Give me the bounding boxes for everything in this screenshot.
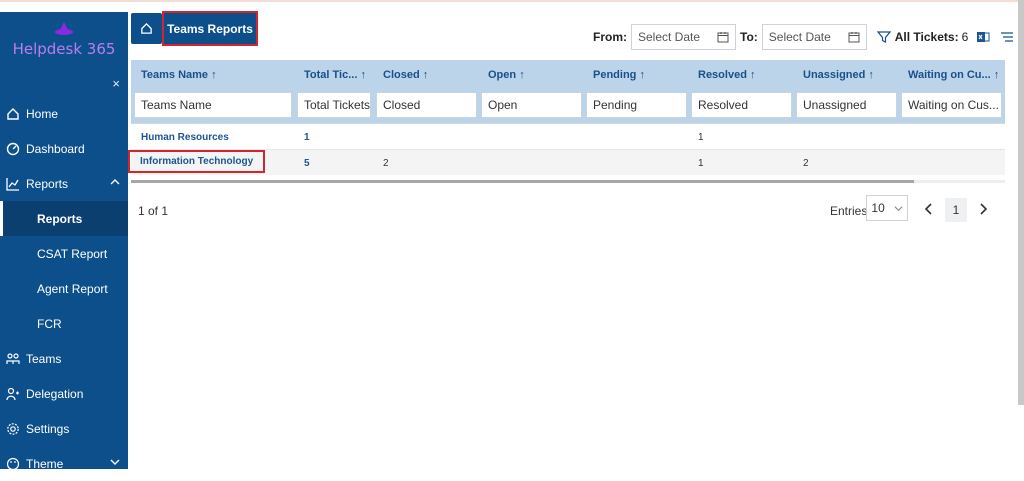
column-header-waiting[interactable]: Waiting on Cu... ↑ — [908, 69, 999, 81]
column-header-total-tickets[interactable]: Total Tic... ↑ — [304, 69, 366, 81]
filter-teams-name-input[interactable]: Teams Name — [134, 92, 292, 118]
sidebar-item-reports[interactable]: Reports — [0, 166, 128, 201]
tab-teams-reports[interactable]: Teams Reports — [162, 11, 258, 46]
horizontal-scrollbar[interactable] — [131, 180, 914, 183]
unassigned-cell: 2 — [803, 158, 809, 169]
app-logo: Helpdesk 365 — [0, 22, 128, 58]
sidebar-item-label: Reports — [26, 176, 69, 191]
sidebar: Helpdesk 365 × Home Dashboard Reports Re… — [0, 12, 128, 471]
sidebar-item-label: CSAT Report — [37, 246, 108, 261]
filter-icon[interactable] — [876, 30, 891, 44]
sidebar-item-teams[interactable]: Teams — [0, 341, 128, 376]
teams-icon — [6, 352, 20, 366]
to-date-input[interactable]: Select Date — [761, 24, 867, 50]
sidebar-item-dashboard[interactable]: Dashboard — [0, 131, 128, 166]
from-date-input[interactable]: Select Date — [631, 24, 736, 50]
home-icon — [141, 22, 152, 34]
filter-total-tickets-input[interactable]: Total Tickets — [297, 92, 371, 118]
sidebar-item-settings[interactable]: Settings — [0, 411, 128, 446]
chevron-down-icon — [110, 459, 120, 465]
all-tickets-label: All Tickets: — [894, 30, 959, 44]
excel-export-icon[interactable] — [976, 30, 990, 44]
sidebar-item-label: Dashboard — [26, 141, 85, 156]
calendar-icon — [717, 32, 729, 43]
close-sidebar-button[interactable]: × — [112, 76, 120, 91]
column-header-teams-name[interactable]: Teams Name ↑ — [141, 69, 217, 81]
from-label: From: — [593, 30, 627, 44]
to-label: To: — [740, 30, 758, 44]
entries-value: 10 — [871, 201, 885, 215]
chevron-down-icon — [894, 205, 903, 211]
filter-open-input[interactable]: Open — [481, 92, 582, 118]
sidebar-item-label: Reports — [37, 211, 83, 226]
sidebar-item-label: Delegation — [26, 386, 84, 401]
sidebar-item-csat-report[interactable]: CSAT Report — [0, 236, 128, 271]
previous-page-button[interactable] — [922, 202, 936, 216]
filter-waiting-input[interactable]: Waiting on Cus... — [901, 92, 1002, 118]
filter-pending-input[interactable]: Pending — [586, 92, 687, 118]
delegation-icon — [6, 387, 20, 401]
sidebar-item-theme[interactable]: Theme — [0, 446, 128, 481]
filter-resolved-input[interactable]: Resolved — [691, 92, 792, 118]
sidebar-item-label: FCR — [37, 316, 62, 331]
next-page-button[interactable] — [976, 202, 990, 216]
dashboard-icon — [6, 142, 20, 156]
table-row: Information Technology 5 2 1 2 — [127, 149, 1005, 175]
all-tickets-count: 6 — [961, 30, 969, 44]
entries-label: Entries — [830, 204, 868, 218]
column-header-resolved[interactable]: Resolved ↑ — [698, 69, 755, 81]
to-date-placeholder: Select Date — [768, 30, 831, 44]
resolved-cell: 1 — [698, 158, 704, 169]
team-link[interactable]: Human Resources — [141, 132, 229, 143]
sidebar-item-label: Home — [26, 106, 59, 121]
table-header: Teams Name ↑ Total Tic... ↑ Closed ↑ Ope… — [131, 60, 1005, 123]
filter-unassigned-input[interactable]: Unassigned — [796, 92, 897, 118]
sidebar-item-home[interactable]: Home — [0, 96, 128, 131]
team-link-highlighted[interactable]: Information Technology — [127, 150, 266, 173]
home-button[interactable] — [131, 13, 162, 44]
closed-cell: 2 — [383, 158, 389, 169]
sidebar-item-reports-sub[interactable]: Reports — [0, 201, 128, 236]
home-icon — [6, 107, 20, 121]
chevron-up-icon — [110, 179, 120, 185]
filter-closed-input[interactable]: Closed — [376, 92, 477, 118]
app-name: Helpdesk 365 — [12, 40, 116, 58]
page-summary: 1 of 1 — [138, 204, 169, 218]
calendar-icon — [848, 32, 860, 43]
sidebar-item-label: Settings — [26, 421, 70, 436]
from-date-placeholder: Select Date — [638, 30, 701, 44]
entries-select[interactable]: 10 — [866, 195, 908, 221]
wizard-hat-icon — [55, 22, 73, 35]
sidebar-item-label: Agent Report — [37, 281, 108, 296]
table-row: Human Resources 1 1 — [131, 123, 1005, 149]
teams-report-table: Teams Name ↑ Total Tic... ↑ Closed ↑ Ope… — [127, 60, 1005, 175]
date-filters: From: Select Date To: Select Date All Ti… — [593, 24, 1014, 50]
gear-icon — [6, 422, 20, 436]
sidebar-item-delegation[interactable]: Delegation — [0, 376, 128, 411]
sidebar-item-agent-report[interactable]: Agent Report — [0, 271, 128, 306]
vertical-scrollbar[interactable] — [1018, 0, 1024, 405]
sidebar-item-label: Teams — [26, 351, 62, 366]
total-tickets-cell[interactable]: 1 — [304, 132, 310, 143]
top-accent-line — [0, 0, 1024, 2]
page-number-button[interactable]: 1 — [945, 198, 967, 222]
resolved-cell: 1 — [698, 132, 704, 143]
column-header-pending[interactable]: Pending ↑ — [593, 69, 645, 81]
chart-line-icon — [6, 177, 20, 191]
column-header-open[interactable]: Open ↑ — [488, 69, 525, 81]
total-tickets-cell[interactable]: 5 — [304, 158, 310, 169]
sidebar-item-label: Theme — [26, 456, 64, 471]
sidebar-item-fcr[interactable]: FCR — [0, 306, 128, 341]
palette-icon — [6, 457, 20, 471]
column-menu-icon[interactable] — [1000, 30, 1014, 44]
column-header-closed[interactable]: Closed ↑ — [383, 69, 428, 81]
column-header-unassigned[interactable]: Unassigned ↑ — [803, 69, 874, 81]
